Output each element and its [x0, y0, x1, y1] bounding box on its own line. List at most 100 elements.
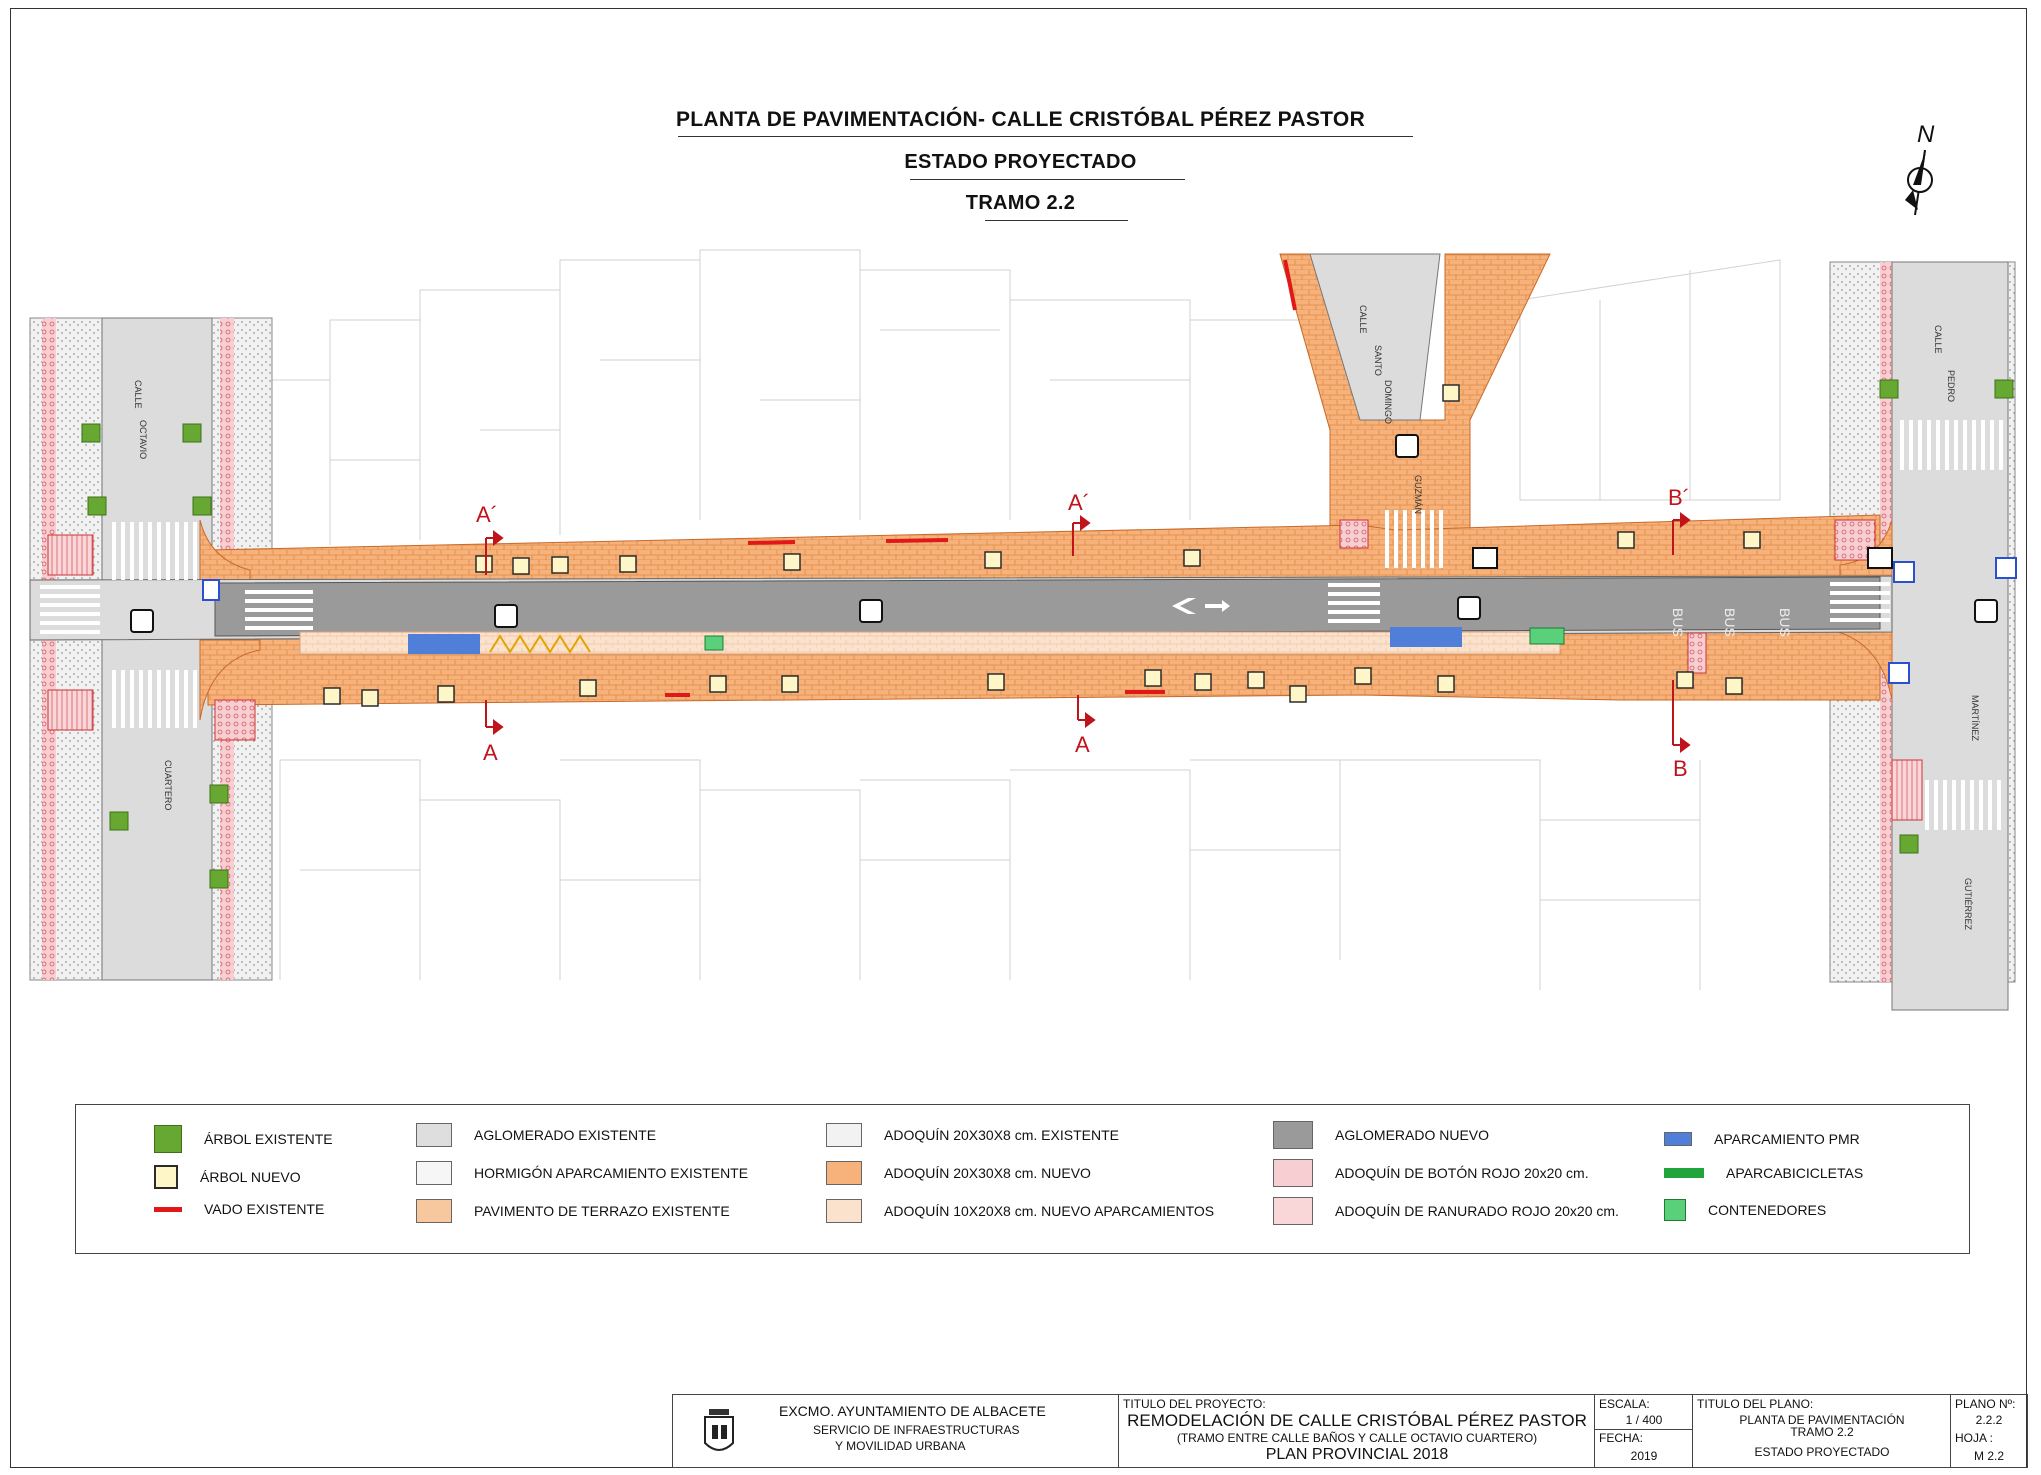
legend-label: ADOQUÍN 20X30X8 cm. EXISTENTE [884, 1127, 1119, 1143]
project-label: TITULO DEL PROYECTO: [1123, 1397, 1266, 1411]
sheet-label: HOJA : [1955, 1431, 1994, 1445]
legend-label: AGLOMERADO EXISTENTE [474, 1127, 657, 1143]
org-name: EXCMO. AYUNTAMIENTO DE ALBACETE [779, 1403, 1046, 1419]
bus-marking-3: BUS [1777, 608, 1793, 637]
legend-label: ADOQUÍN DE RANURADO ROJO 20x20 cm. [1335, 1203, 1619, 1219]
plan-title-2: TRAMO 2.2 [1790, 1425, 1854, 1439]
org-dept-1: SERVICIO DE INFRAESTRUCTURAS [813, 1423, 1020, 1437]
bike-rack-icon [1664, 1168, 1704, 1178]
org-cell: EXCMO. AYUNTAMIENTO DE ALBACETE SERVICIO… [673, 1395, 1119, 1467]
plan-title-3: ESTADO PROYECTADO [1754, 1445, 1890, 1459]
street-label-guzman: GUZMÁN [1413, 475, 1423, 514]
legend-aglomerado-existente: AGLOMERADO EXISTENTE [416, 1123, 656, 1147]
tree-existing-icon [154, 1125, 182, 1153]
swatch [416, 1161, 452, 1185]
legend-label: CONTENEDORES [1708, 1202, 1827, 1218]
legend-vado: VADO EXISTENTE [154, 1201, 324, 1217]
title-block: EXCMO. AYUNTAMIENTO DE ALBACETE SERVICIO… [672, 1394, 2028, 1468]
legend-aglomerado-nuevo: AGLOMERADO NUEVO [1273, 1121, 1489, 1149]
legend-hormigon: HORMIGÓN APARCAMIENTO EXISTENTE [416, 1161, 748, 1185]
paving-plan-map: BUS BUS BUS CALLE OCTAVIO CUARTERO CALLE… [29, 121, 2017, 1011]
section-label-a-1: A [483, 740, 498, 765]
street-label-calle-pedro: CALLE [1933, 325, 1943, 354]
section-label-a-prime-2: A´ [1068, 490, 1090, 515]
plan-title-cell: TITULO DEL PLANO: PLANTA DE PAVIMENTACIÓ… [1693, 1395, 1951, 1467]
date-label: FECHA: [1599, 1431, 1644, 1445]
swatch [1273, 1197, 1313, 1225]
swatch [1273, 1159, 1313, 1187]
pmr-icon [1664, 1132, 1692, 1146]
left-red-strip-w [42, 318, 56, 980]
street-label-octavio: OCTAVIO [138, 420, 148, 459]
north-sidewalk [207, 514, 1881, 586]
section-label-b-prime: B´ [1668, 485, 1690, 510]
sheet-number: M 2.2 [1973, 1449, 2004, 1463]
north-arrow: N [1905, 121, 1935, 216]
street-label-gutierrez: GUTIÉRREZ [1963, 878, 1973, 931]
legend-label: ADOQUÍN 20X30X8 cm. NUEVO [884, 1165, 1091, 1181]
legend-ranurado-rojo: ADOQUÍN DE RANURADO ROJO 20x20 cm. [1273, 1197, 1619, 1225]
project-subtitle: (TRAMO ENTRE CALLE BAÑOS Y CALLE OCTAVIO… [1176, 1431, 1538, 1445]
legend-adoquin-existente: ADOQUÍN 20X30X8 cm. EXISTENTE [826, 1123, 1119, 1147]
plan-title-label: TITULO DEL PLANO: [1697, 1397, 1814, 1411]
legend-terrazo: PAVIMENTO DE TERRAZO EXISTENTE [416, 1199, 730, 1223]
section-label-b: B [1673, 756, 1688, 781]
legend-label: ÁRBOL NUEVO [200, 1169, 301, 1185]
scale-date-cell: ESCALA: 1 / 400 FECHA: 2019 [1595, 1395, 1693, 1467]
street-label-calle-santo: CALLE [1358, 305, 1368, 334]
swatch [826, 1161, 862, 1185]
parking-strip [299, 631, 1561, 655]
plan-number-cell: PLANO Nº: 2.2.2 HOJA : M 2.2 [1951, 1395, 2027, 1467]
org-dept-2: Y MOVILIDAD URBANA [835, 1439, 966, 1453]
swatch [826, 1199, 862, 1223]
pmr-parking-2 [1390, 627, 1462, 647]
project-plan: PLAN PROVINCIAL 2018 [1265, 1446, 1449, 1463]
street-label-cuartero: CUARTERO [163, 760, 173, 810]
legend-label: HORMIGÓN APARCAMIENTO EXISTENTE [474, 1165, 749, 1181]
plan-number-label: PLANO Nº: [1955, 1397, 2016, 1411]
container-2 [1529, 627, 1565, 645]
project-cell: TITULO DEL PROYECTO: REMODELACIÓN DE CAL… [1119, 1395, 1595, 1467]
section-label-a-prime-1: A´ [476, 502, 498, 527]
plan-number: 2.2.2 [1975, 1413, 2003, 1427]
vado-icon [154, 1206, 182, 1212]
legend-label: VADO EXISTENTE [204, 1201, 325, 1217]
legend-label: ÁRBOL EXISTENTE [204, 1131, 333, 1147]
section-label-a-2: A [1075, 732, 1090, 757]
legend-label: APARCABICICLETAS [1726, 1165, 1864, 1181]
container-1 [704, 635, 724, 651]
legend: ÁRBOL EXISTENTE ÁRBOL NUEVO VADO EXISTEN… [75, 1104, 1970, 1254]
scale-label: ESCALA: [1599, 1397, 1650, 1411]
legend-label: AGLOMERADO NUEVO [1335, 1127, 1490, 1143]
legend-contenedores: CONTENEDORES [1664, 1199, 1826, 1221]
swatch [1273, 1121, 1313, 1149]
bus-marking-2: BUS [1722, 608, 1738, 637]
street-label-martinez: MARTÍNEZ [1970, 695, 1980, 741]
project-name: REMODELACIÓN DE CALLE CRISTÓBAL PÉREZ PA… [1127, 1411, 1587, 1430]
street-label-santo: SANTO [1373, 345, 1383, 376]
bus-marking-1: BUS [1670, 608, 1686, 637]
coat-of-arms-icon [704, 1409, 734, 1451]
legend-boton-rojo: ADOQUÍN DE BOTÓN ROJO 20x20 cm. [1273, 1159, 1589, 1187]
legend-label: PAVIMENTO DE TERRAZO EXISTENTE [474, 1203, 730, 1219]
swatch [416, 1123, 452, 1147]
tree-new-icon [154, 1165, 178, 1189]
legend-adoquin-aparcamientos: ADOQUÍN 10X20X8 cm. NUEVO APARCAMIENTOS [826, 1199, 1214, 1223]
legend-label: ADOQUÍN 10X20X8 cm. NUEVO APARCAMIENTOS [884, 1203, 1215, 1219]
date-value: 2019 [1630, 1449, 1658, 1463]
left-street-road [101, 317, 213, 981]
pmr-parking-1 [408, 634, 480, 654]
legend-adoquin-nuevo: ADOQUÍN 20X30X8 cm. NUEVO [826, 1161, 1091, 1185]
main-road-new-asphalt [214, 576, 1881, 637]
legend-label: ADOQUÍN DE BOTÓN ROJO 20x20 cm. [1335, 1165, 1589, 1181]
legend-tree-new: ÁRBOL NUEVO [154, 1165, 301, 1189]
north-label: N [1917, 121, 1935, 148]
legend-tree-existing: ÁRBOL EXISTENTE [154, 1125, 333, 1153]
container-icon [1664, 1199, 1686, 1221]
street-label-domingo: DOMINGO [1383, 380, 1393, 424]
legend-label: APARCAMIENTO PMR [1714, 1131, 1860, 1147]
street-label-calle-octavio: CALLE [133, 380, 143, 409]
swatch [826, 1123, 862, 1147]
street-label-pedro: PEDRO [1946, 370, 1956, 402]
legend-aparcabicicletas: APARCABICICLETAS [1664, 1165, 1863, 1181]
